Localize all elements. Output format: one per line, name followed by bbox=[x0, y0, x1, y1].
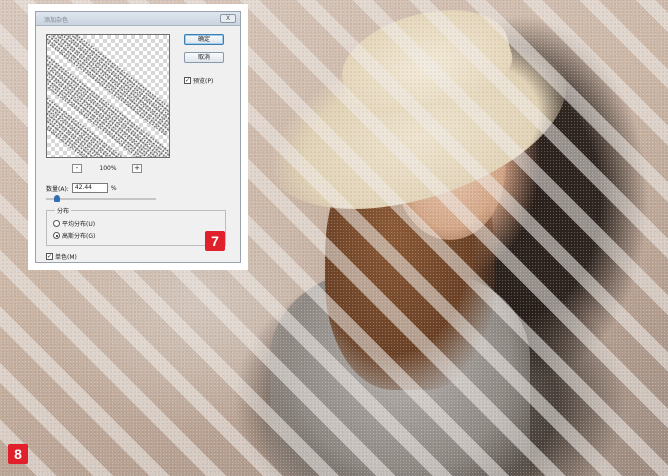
step-badge-7: 7 bbox=[205, 231, 225, 251]
distribution-legend: 分布 bbox=[55, 206, 72, 215]
zoom-out-button[interactable]: - bbox=[72, 164, 82, 173]
amount-slider[interactable] bbox=[46, 195, 156, 202]
dialog-title: 添加杂色 bbox=[44, 17, 69, 24]
radio-gaussian-label: 高斯分布(G) bbox=[62, 233, 96, 240]
ok-button[interactable]: 确定 bbox=[184, 34, 224, 45]
radio-uniform-label: 平均分布(U) bbox=[62, 221, 96, 228]
preview-checkbox-label: 预览(P) bbox=[193, 78, 214, 85]
amount-unit: % bbox=[110, 184, 117, 192]
zoom-controls: - 100% + bbox=[46, 164, 170, 174]
distribution-group: 分布 平均分布(U) 高斯分布(G) bbox=[46, 206, 226, 246]
monochrome-checkbox-row[interactable]: ✓ 单色(M) bbox=[46, 252, 77, 261]
preview-pane[interactable] bbox=[46, 34, 170, 158]
amount-label: 数量(A): bbox=[46, 185, 69, 193]
monochrome-label: 单色(M) bbox=[55, 254, 77, 261]
amount-row: 数量(A): 42.44 % bbox=[46, 183, 117, 193]
radio-gaussian-icon[interactable] bbox=[53, 232, 60, 239]
cancel-button[interactable]: 取消 bbox=[184, 52, 224, 63]
radio-gaussian[interactable]: 高斯分布(G) bbox=[53, 231, 95, 240]
radio-uniform-icon[interactable] bbox=[53, 220, 60, 227]
checkbox-icon[interactable]: ✓ bbox=[184, 77, 191, 84]
preview-checkbox-row[interactable]: ✓ 预览(P) bbox=[184, 76, 213, 85]
radio-uniform[interactable]: 平均分布(U) bbox=[53, 219, 95, 228]
close-icon: X bbox=[225, 15, 231, 22]
close-button[interactable]: X bbox=[220, 14, 236, 23]
amount-slider-thumb[interactable] bbox=[54, 195, 60, 202]
dialog-titlebar: 添加杂色 X bbox=[36, 12, 240, 26]
zoom-value: 100% bbox=[99, 165, 117, 172]
checkbox-icon[interactable]: ✓ bbox=[46, 253, 53, 260]
zoom-in-button[interactable]: + bbox=[132, 164, 142, 173]
amount-input[interactable]: 42.44 bbox=[71, 183, 108, 193]
step-badge-8: 8 bbox=[8, 444, 28, 464]
add-noise-dialog: 添加杂色 X - 100% + 确定 取消 ✓ 预览(P) 数量(A): 42.… bbox=[35, 11, 241, 263]
